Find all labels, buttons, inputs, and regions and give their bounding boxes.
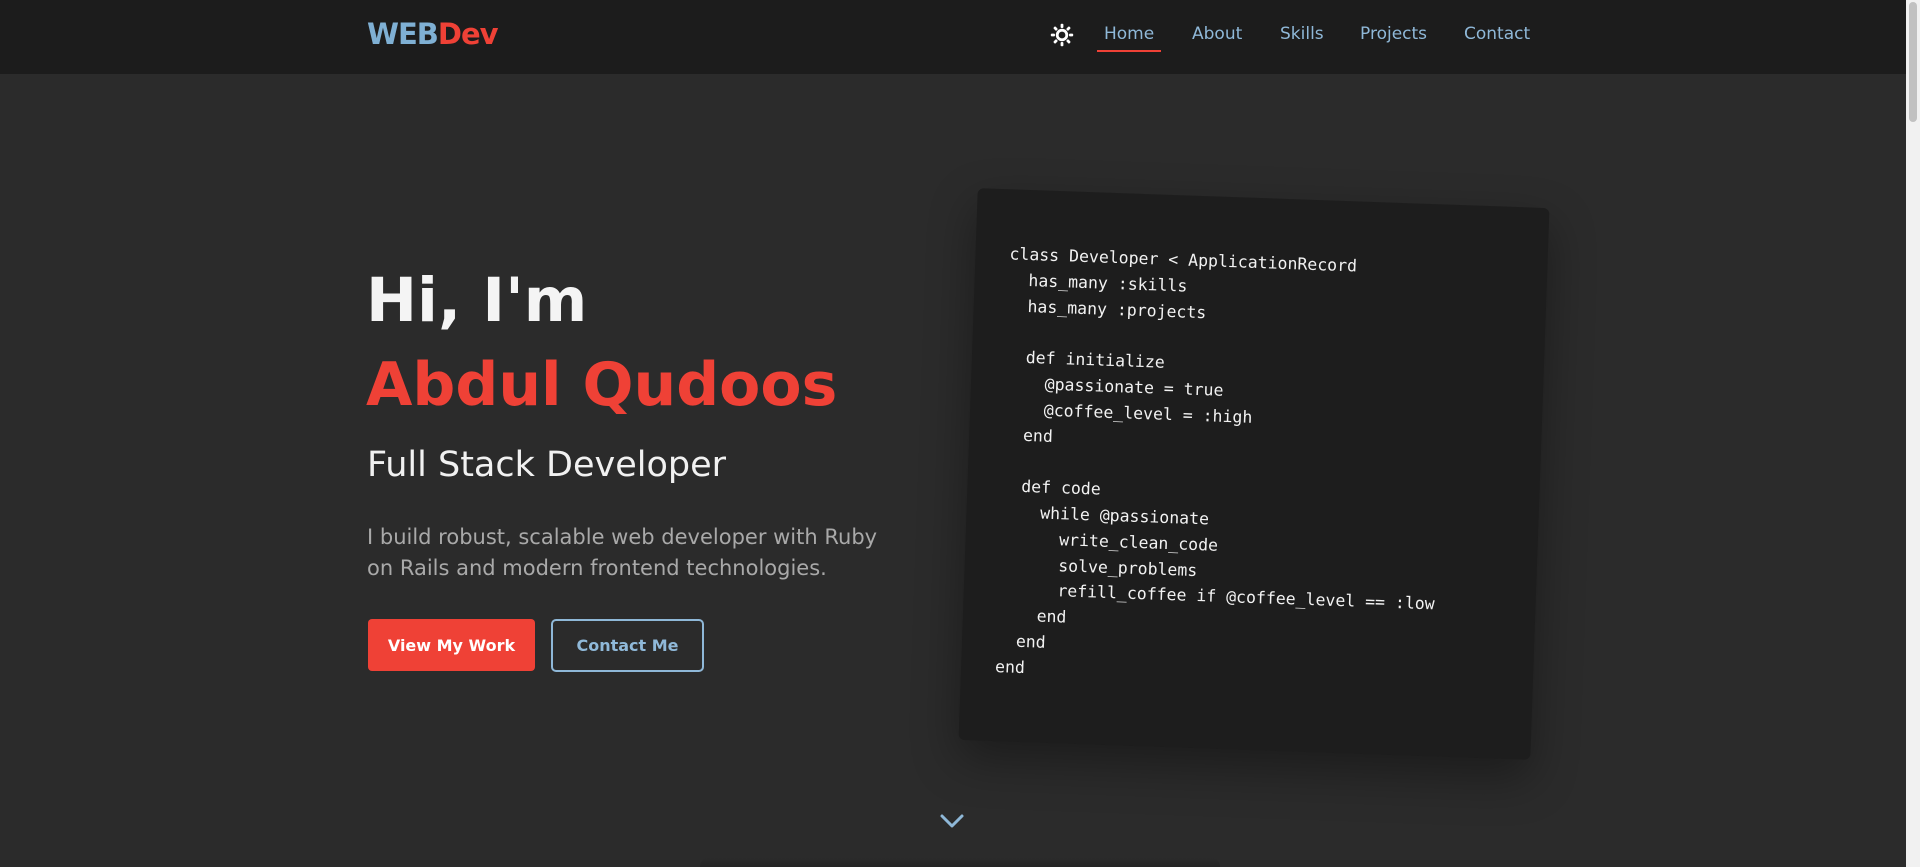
hero-greeting: Hi, I'm xyxy=(366,265,588,336)
section-edge-shadow xyxy=(700,858,1220,867)
logo-part-dev: Dev xyxy=(437,17,499,51)
nav-link-projects[interactable]: Projects xyxy=(1360,24,1427,44)
chevron-down-icon xyxy=(940,814,964,828)
nav-link-skills[interactable]: Skills xyxy=(1280,24,1324,44)
scroll-down-button[interactable] xyxy=(938,811,966,831)
view-my-work-button[interactable]: View My Work xyxy=(368,619,535,671)
scrollbar-thumb[interactable] xyxy=(1909,2,1917,122)
nav-link-contact[interactable]: Contact xyxy=(1464,24,1530,44)
scrollbar[interactable] xyxy=(1906,0,1920,867)
code-card: class Developer < ApplicationRecord has_… xyxy=(958,188,1550,760)
hero-role: Full Stack Developer xyxy=(367,445,727,485)
nav-link-home[interactable]: Home xyxy=(1096,24,1162,52)
sun-icon xyxy=(1050,23,1074,47)
code-snippet: class Developer < ApplicationRecord has_… xyxy=(994,244,1435,677)
theme-toggle-button[interactable] xyxy=(1049,22,1075,48)
nav-link-about[interactable]: About xyxy=(1192,24,1242,44)
contact-me-button[interactable]: Contact Me xyxy=(551,619,704,672)
hero-name: Abdul Qudoos xyxy=(366,350,838,420)
navbar: WEBDev Home About Skills Projects Contac… xyxy=(0,0,1906,74)
logo[interactable]: WEBDev xyxy=(367,17,499,51)
hero-description: I build robust, scalable web developer w… xyxy=(367,525,878,580)
logo-part-web: WEB xyxy=(367,17,439,51)
